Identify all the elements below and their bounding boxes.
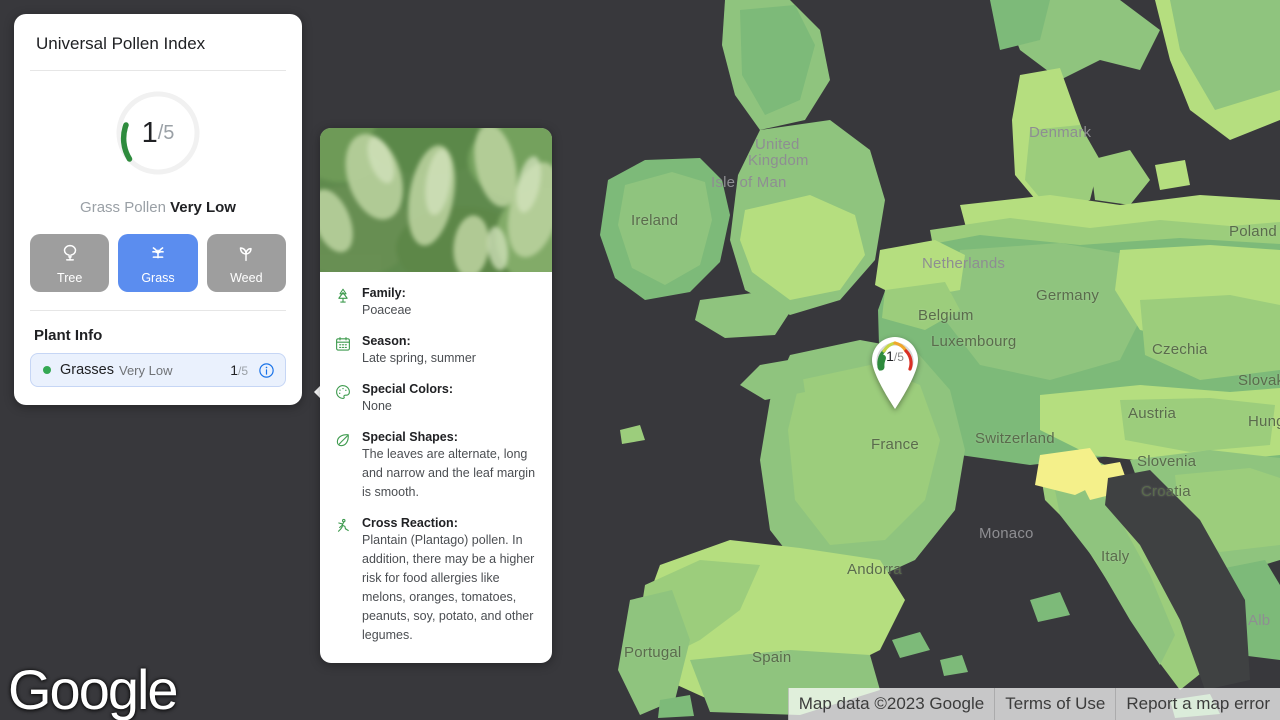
plant-score: 1/5 xyxy=(230,362,248,378)
map-label-czechia: Czechia xyxy=(1152,341,1208,358)
detail-label-special-colors: Special Colors: xyxy=(362,382,453,396)
plant-photo-image xyxy=(320,128,552,272)
family-tree-icon xyxy=(334,287,352,305)
map-label-portugal: Portugal xyxy=(624,644,682,661)
map-label-croatia: Croatia xyxy=(1141,483,1191,500)
detail-value-family: Poaceae xyxy=(362,303,412,317)
marker-pin-icon xyxy=(872,337,918,409)
plant-detail-fields: Family: Poaceae Season: Late spring, sum… xyxy=(320,272,552,663)
map-label-ireland: Ireland xyxy=(631,212,679,229)
map-label-germany: Germany xyxy=(1036,287,1100,304)
google-logo: Google xyxy=(8,658,179,720)
detail-label-season: Season: xyxy=(362,334,411,348)
gauge-caption-level: Very Low xyxy=(170,199,236,216)
page-title: Universal Pollen Index xyxy=(36,34,206,53)
weed-icon xyxy=(235,242,257,267)
map-label-switzerland: Switzerland xyxy=(975,430,1055,447)
plant-detail-card: Family: Poaceae Season: Late spring, sum… xyxy=(320,128,552,663)
info-circle-icon[interactable] xyxy=(258,362,275,379)
plant-score-denominator: /5 xyxy=(237,364,248,378)
severity-dot-icon xyxy=(43,366,51,374)
map-label-denmark: Denmark xyxy=(1029,124,1092,141)
detail-value-season: Late spring, summer xyxy=(362,351,476,365)
detail-field-season: Season: Late spring, summer xyxy=(334,334,538,368)
pollen-index-panel: Universal Pollen Index 1/5 Grass Pollen … xyxy=(14,14,302,405)
gauge-caption: Grass Pollen Very Low xyxy=(14,199,302,216)
gauge-value: 1 xyxy=(141,116,158,149)
pollen-type-grass-label: Grass xyxy=(141,270,175,285)
plant-photo xyxy=(320,128,552,272)
attribution-terms-of-use[interactable]: Terms of Use xyxy=(994,688,1116,720)
map-label-france: France xyxy=(871,436,919,453)
pollen-type-grass-button[interactable]: Grass xyxy=(118,234,198,292)
map-label-austria: Austria xyxy=(1128,405,1177,422)
gauge-denominator: /5 xyxy=(157,121,175,144)
map-label-isle-of-man: Isle of Man xyxy=(711,174,787,191)
grass-icon xyxy=(147,242,169,267)
plant-info-title: Plant Info xyxy=(34,327,103,344)
tree-icon xyxy=(59,242,81,267)
pollen-gauge: 1/5 xyxy=(14,85,302,197)
map-label-andorra: Andorra xyxy=(847,561,902,578)
map-label-netherlands: Netherlands xyxy=(922,255,1006,272)
detail-value-cross-reaction: Plantain (Plantago) pollen. In addition,… xyxy=(362,533,535,642)
detail-field-cross-reaction: Cross Reaction: Plantain (Plantago) poll… xyxy=(334,516,538,645)
map-attribution-bar: Map data ©2023 Google Terms of Use Repor… xyxy=(787,688,1280,720)
app-root: United Kingdom Isle of Man Ireland Denmark Po… xyxy=(0,0,1280,720)
palette-icon xyxy=(334,383,352,401)
map-label-hung: Hung xyxy=(1248,413,1280,430)
map-label-belgium: Belgium xyxy=(918,307,974,324)
pollen-type-weed-label: Weed xyxy=(230,270,263,285)
gauge-caption-type: Grass Pollen xyxy=(80,199,171,216)
detail-value-special-shapes: The leaves are alternate, long and narro… xyxy=(362,447,536,499)
leaf-icon xyxy=(334,431,352,449)
map-label-alb: Alb xyxy=(1248,612,1271,629)
pollen-type-tree-label: Tree xyxy=(57,270,83,285)
cross-reaction-icon xyxy=(334,517,352,535)
map-label-kingdom: Kingdom xyxy=(748,152,809,169)
detail-label-special-shapes: Special Shapes: xyxy=(362,430,458,444)
detail-label-cross-reaction: Cross Reaction: xyxy=(362,516,458,530)
detail-field-family: Family: Poaceae xyxy=(334,286,538,320)
map-pollen-marker[interactable]: 1/5 xyxy=(866,331,924,409)
plant-score-value: 1 xyxy=(230,362,238,378)
map-label-italy: Italy xyxy=(1101,548,1130,565)
plant-list-item-grasses[interactable]: Grasses Very Low 1/5 xyxy=(30,353,286,387)
map-label-spain: Spain xyxy=(752,649,792,666)
map-label-united: United xyxy=(755,136,800,153)
map-label-slovenia: Slovenia xyxy=(1137,453,1197,470)
detail-field-special-shapes: Special Shapes: The leaves are alternate… xyxy=(334,430,538,502)
detail-value-special-colors: None xyxy=(362,399,392,413)
pollen-type-selector: Tree Grass Weed xyxy=(14,216,302,292)
map-label-slovak: Slovak xyxy=(1238,372,1280,389)
panel-divider-top xyxy=(30,70,286,71)
plant-name: Grasses xyxy=(60,362,114,378)
attribution-report-error[interactable]: Report a map error xyxy=(1115,688,1280,720)
detail-field-special-colors: Special Colors: None xyxy=(334,382,538,416)
pollen-type-tree-button[interactable]: Tree xyxy=(30,234,110,292)
map-label-monaco: Monaco xyxy=(979,525,1034,542)
pollen-type-weed-button[interactable]: Weed xyxy=(206,234,286,292)
attribution-map-data: Map data ©2023 Google xyxy=(787,688,995,720)
plant-level: Very Low xyxy=(119,362,173,378)
map-label-luxembourg: Luxembourg xyxy=(931,333,1017,350)
calendar-icon xyxy=(334,335,352,353)
detail-label-family: Family: xyxy=(362,286,406,300)
map-label-poland: Poland xyxy=(1229,223,1277,240)
